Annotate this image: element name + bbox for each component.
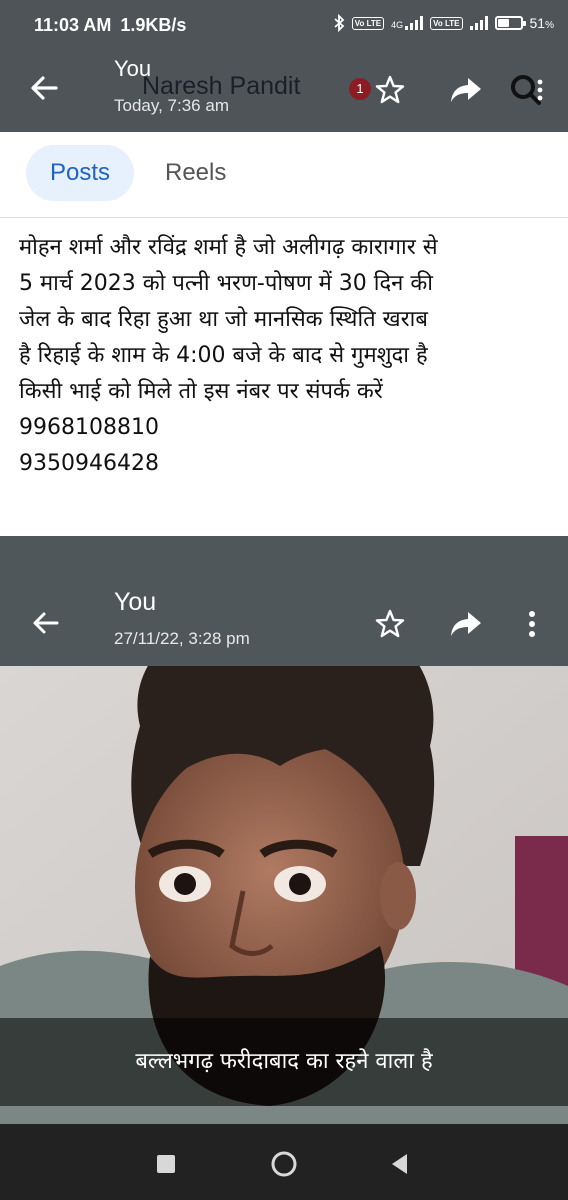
post-line: मोहन शर्मा और रविंद्र शर्मा है जो अलीगढ़… [19, 235, 438, 260]
battery-icon [494, 16, 526, 30]
post-line: 5 मार्च 2023 को पत्नी भरण-पोषण में 30 दि… [19, 271, 433, 296]
system-nav-bar [0, 1124, 568, 1200]
battery-fill [497, 19, 509, 27]
photo-caption: बल्लभगढ़ फरीदाबाद का रहने वाला है [0, 1018, 568, 1106]
tabs-bar: Posts Reels [0, 132, 568, 218]
notification-badge: 1 [349, 78, 371, 100]
network-type-icon: 4G [391, 16, 424, 30]
status-time: 11:03 AM 1.9KB/s [34, 15, 186, 36]
status-bar: 11:03 AM 1.9KB/s Vo LTE 4G Vo LTE 51% [0, 0, 568, 52]
status-clock: 11:03 AM [34, 15, 112, 35]
square-icon[interactable] [150, 1148, 182, 1180]
circle-icon[interactable] [268, 1148, 300, 1180]
post-text: मोहन शर्मा और रविंद्र शर्मा है जो अलीगढ़… [19, 230, 559, 482]
post-card: Posts Reels मोहन शर्मा और रविंद्र शर्मा … [0, 132, 568, 536]
network-speed: 1.9KB/s [120, 15, 187, 35]
top-chrome: 11:03 AM 1.9KB/s Vo LTE 4G Vo LTE 51% Yo… [0, 0, 568, 132]
phone-number-1: 9968108810 [19, 415, 159, 440]
screenshot-sender: You [114, 588, 157, 616]
battery-percent: 51% [529, 15, 554, 31]
search-icon[interactable] [506, 70, 546, 110]
app-bar: You Naresh Pandit Today, 7:36 am 1 [0, 52, 568, 132]
more-vert-icon [529, 611, 535, 637]
volte-2-icon: Vo LTE [430, 16, 463, 30]
forward-icon[interactable] [448, 74, 484, 106]
triangle-icon[interactable] [384, 1148, 416, 1180]
screenshot-app-bar: You 27/11/22, 3:28 pm [0, 536, 568, 666]
star-icon[interactable] [374, 74, 406, 106]
forward-icon [451, 612, 481, 636]
post-line: जेल के बाद रिहा हुआ था जो मानसिक स्थिति … [19, 307, 428, 332]
signal-2-icon [469, 16, 488, 30]
status-icons: Vo LTE 4G Vo LTE 51% [333, 14, 554, 32]
volte-1-icon: Vo LTE [351, 16, 385, 30]
post-line: है रिहाई के शाम के 4:00 बजे के बाद से गु… [19, 343, 428, 368]
star-icon [375, 609, 405, 638]
battery-value: 51 [529, 15, 546, 31]
phone-number-2: 9350946428 [19, 451, 159, 476]
message-time: Today, 7:36 am [114, 96, 229, 115]
signal-1-icon [405, 16, 424, 30]
tab-reels[interactable]: Reels [165, 145, 226, 201]
back-arrow-icon [33, 612, 59, 634]
screenshot-date: 27/11/22, 3:28 pm [114, 629, 250, 648]
network-type-label: 4G [391, 20, 404, 30]
tab-posts[interactable]: Posts [26, 145, 134, 201]
back-arrow-icon[interactable] [26, 70, 62, 106]
bluetooth-icon [334, 14, 345, 32]
post-line: किसी भाई को मिले तो इस नंबर पर संपर्क कर… [19, 379, 383, 404]
shared-screenshot[interactable]: You 27/11/22, 3:28 pm बल्लभगढ़ फरीदाबाद … [0, 536, 568, 1124]
